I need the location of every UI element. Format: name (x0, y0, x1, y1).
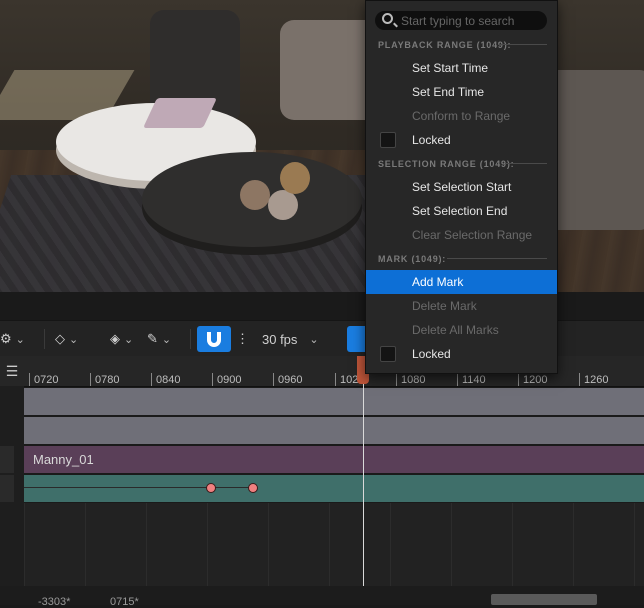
fps-label: 30 fps (262, 331, 298, 347)
item-label: Delete Mark (412, 299, 477, 313)
vase (280, 162, 310, 194)
divider (505, 163, 547, 164)
ruler-tick: 1200 (517, 373, 548, 386)
expand-arrow[interactable] (0, 475, 14, 502)
ruler-tick: 0720 (28, 373, 59, 386)
set-start-time-item[interactable]: Set Start Time (366, 56, 557, 80)
playback-locked-item[interactable]: Locked (366, 128, 557, 152)
view-toggle-button[interactable] (347, 326, 365, 352)
set-end-time-item[interactable]: Set End Time (366, 80, 557, 104)
ruler-tick: 0780 (89, 373, 120, 386)
conform-to-range-item: Conform to Range (366, 104, 557, 128)
filter-icon[interactable]: ☰ (0, 356, 24, 386)
snap-options-button[interactable]: ⋮ (236, 327, 249, 351)
key-icon: ◈ (110, 331, 120, 346)
ruler-tick: 1080 (395, 373, 426, 386)
item-label: Delete All Marks (412, 323, 499, 337)
chevron-down-icon: ⌄ (15, 333, 25, 346)
delete-mark-item: Delete Mark (366, 294, 557, 318)
section-header: MARK (1049): (378, 254, 447, 264)
playhead-line (363, 356, 364, 586)
gear-icon: ⚙ (0, 331, 12, 346)
item-label: Set Selection End (412, 204, 508, 218)
diamond-icon: ◇ (55, 331, 65, 346)
mark-locked-item[interactable]: Locked (366, 342, 557, 366)
timeline-bottom-bar: -3303* 0715* (0, 586, 644, 608)
chevron-down-icon: ⌄ (161, 333, 172, 346)
divider (447, 258, 547, 259)
key-menu[interactable]: ◇ ⌄ (55, 327, 78, 351)
view-start-field[interactable]: -3303* (38, 596, 70, 608)
track-label: Manny_01 (33, 452, 94, 467)
delete-all-marks-item: Delete All Marks (366, 318, 557, 342)
keyframe[interactable] (206, 483, 216, 493)
search-input[interactable] (401, 11, 541, 30)
ruler-tick: 0900 (211, 373, 242, 386)
horizontal-scrollbar[interactable] (491, 594, 597, 605)
search-icon (382, 13, 393, 24)
view-end-field[interactable]: 0715* (110, 596, 139, 608)
ruler-tick: 1260 (578, 373, 609, 386)
item-label: Conform to Range (412, 109, 511, 123)
animation-track[interactable] (24, 475, 644, 502)
edit-menu[interactable]: ✎ ⌄ (147, 327, 171, 351)
section-header: PLAYBACK RANGE (1049): (378, 40, 512, 50)
snap-toggle-button[interactable] (197, 326, 231, 352)
item-label: Set Start Time (412, 61, 489, 75)
set-selection-end-item[interactable]: Set Selection End (366, 199, 557, 223)
search-box[interactable] (375, 11, 547, 30)
timeline-area[interactable] (24, 503, 644, 586)
auto-key-menu[interactable]: ◈ ⌄ (110, 327, 133, 351)
track-row[interactable] (24, 417, 644, 444)
item-label: Set End Time (412, 85, 485, 99)
track-gutter (0, 386, 24, 586)
add-mark-item[interactable]: Add Mark (366, 270, 557, 294)
key-line (24, 487, 254, 488)
time-context-menu: PLAYBACK RANGE (1049): Set Start Time Se… (365, 0, 558, 374)
ruler-tick: 0960 (272, 373, 303, 386)
divider (499, 44, 547, 45)
item-label: Add Mark (412, 275, 464, 289)
magnet-icon (207, 332, 221, 347)
item-label: Clear Selection Range (412, 228, 533, 242)
chevron-down-icon: ⌄ (124, 333, 134, 346)
fps-select[interactable]: 30 fps ⌄ (262, 327, 319, 351)
more-vertical-icon: ⋮ (236, 331, 249, 346)
clear-selection-range-item: Clear Selection Range (366, 223, 557, 247)
divider (44, 329, 45, 349)
item-label: Locked (412, 133, 451, 147)
pen-icon: ✎ (147, 331, 158, 346)
ruler-tick: 0840 (150, 373, 181, 386)
divider (190, 329, 191, 349)
manny-track[interactable] (24, 446, 644, 473)
chevron-down-icon: ⌄ (69, 333, 79, 346)
chevron-down-icon: ⌄ (309, 333, 319, 346)
keyframe[interactable] (248, 483, 258, 493)
section-header: SELECTION RANGE (1049): (378, 159, 515, 169)
item-label: Set Selection Start (412, 180, 512, 194)
ruler-tick: 102 (334, 373, 359, 386)
checkbox[interactable] (380, 346, 396, 362)
track-row[interactable] (24, 388, 644, 415)
vase (240, 180, 270, 210)
set-selection-start-item[interactable]: Set Selection Start (366, 175, 557, 199)
checkbox[interactable] (380, 132, 396, 148)
item-label: Locked (412, 347, 451, 361)
expand-arrow[interactable] (0, 446, 14, 473)
ruler-tick: 1140 (457, 373, 486, 386)
vase (268, 190, 298, 220)
transform-menu[interactable]: ⚙ ⌄ (0, 327, 25, 351)
